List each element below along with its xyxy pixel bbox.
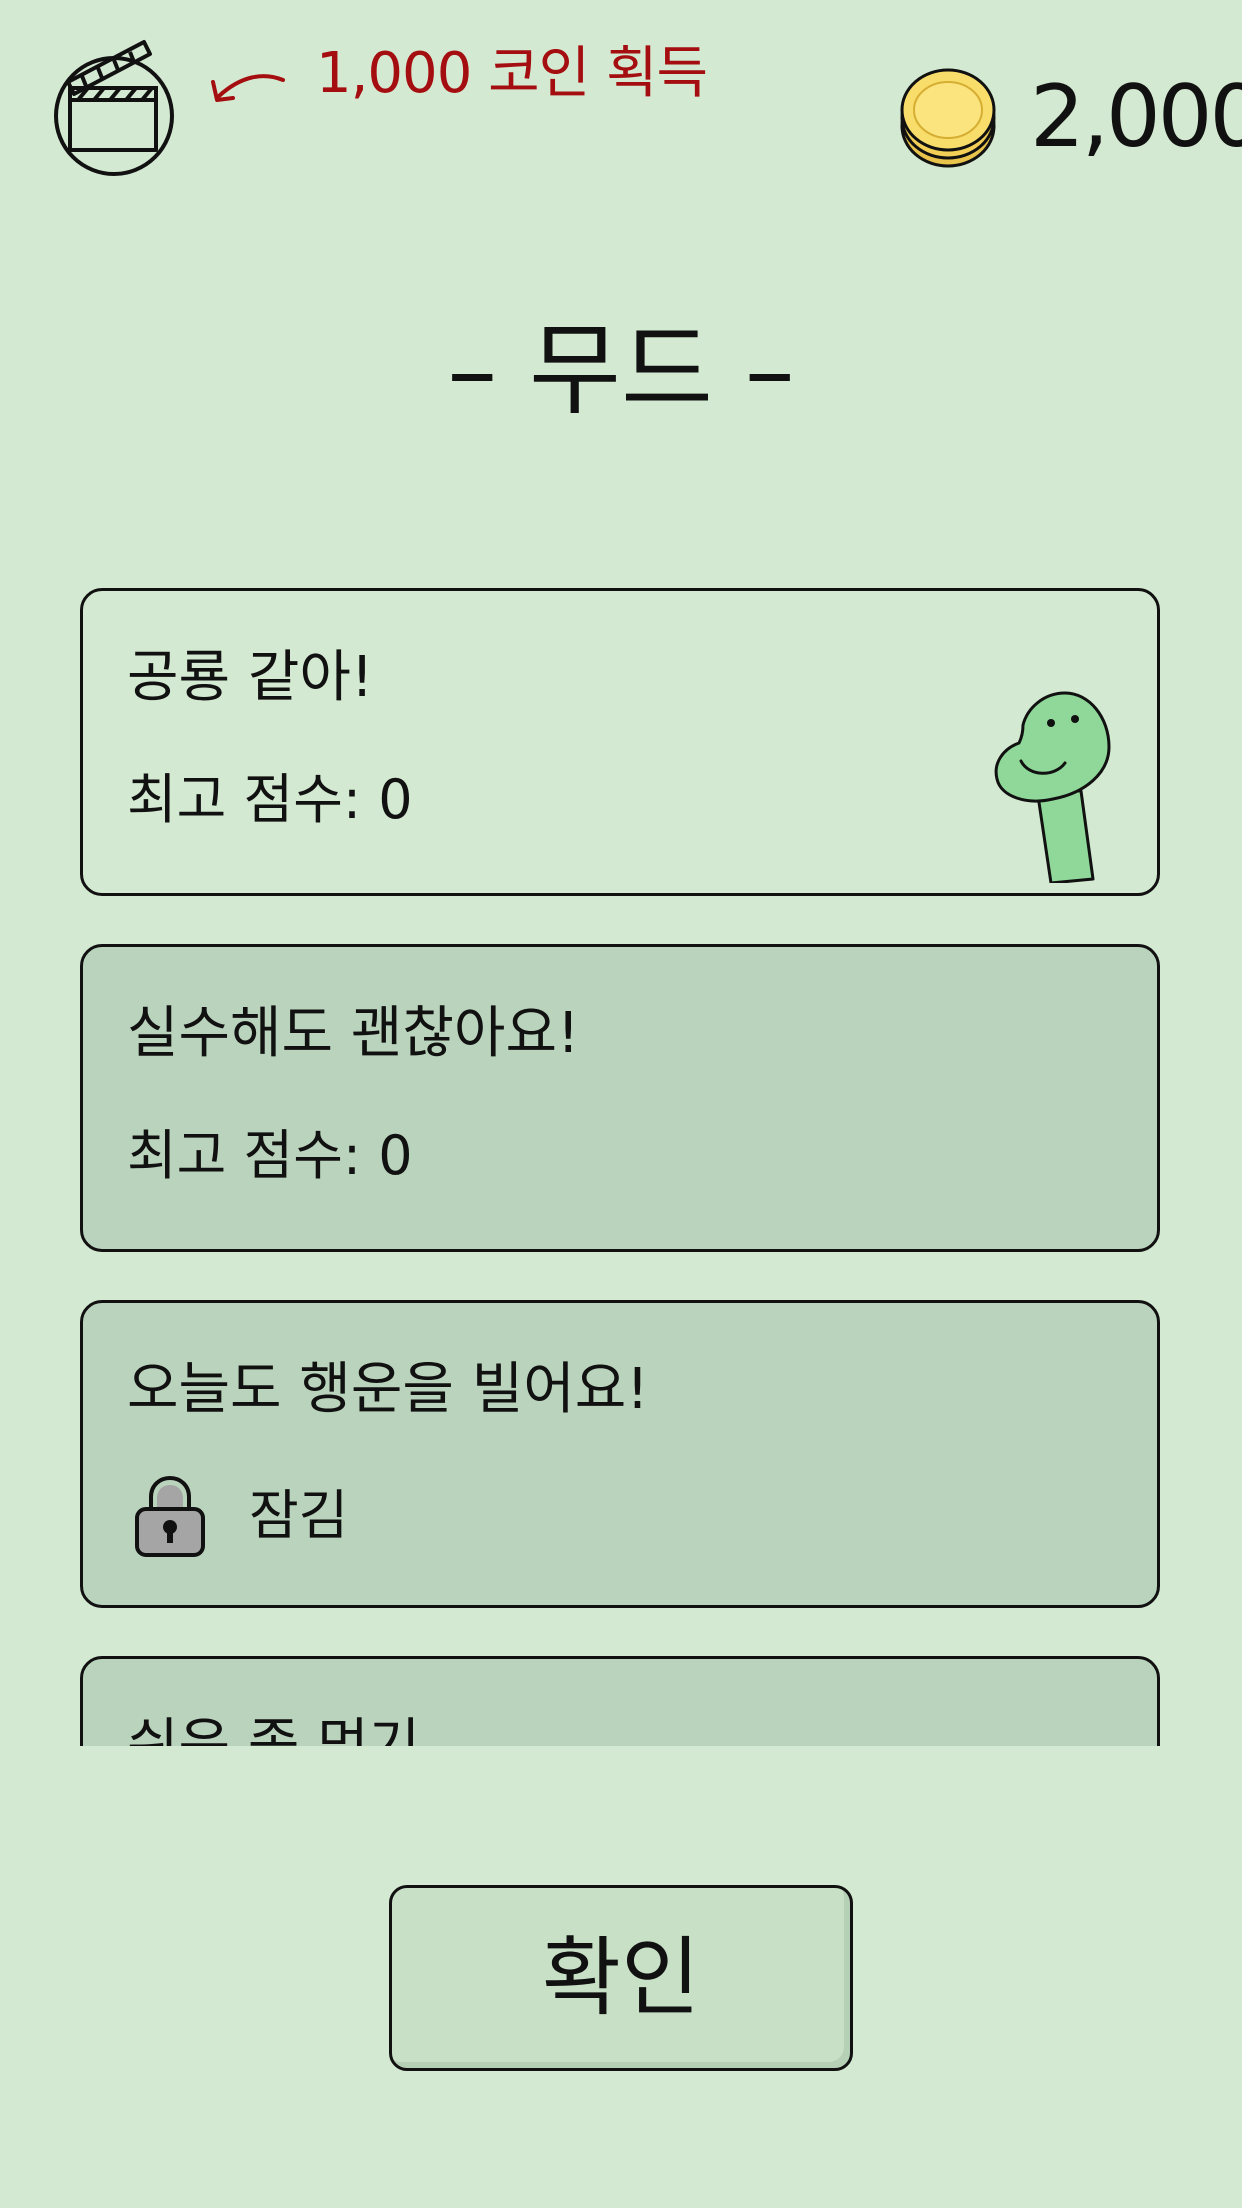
- mode-list[interactable]: 공룡 같아! 최고 점수: 0 실수해도 괜찮아요! 최고 점수: 0 오늘도 …: [0, 580, 1242, 1746]
- lock-icon: [135, 1475, 205, 1557]
- video-reward-text: 1,000 코인 획득: [316, 41, 708, 106]
- mode-card-dino[interactable]: 공룡 같아! 최고 점수: 0: [80, 588, 1160, 896]
- video-reward-button[interactable]: [52, 34, 178, 176]
- clapperboard-icon: [54, 40, 174, 176]
- arrow-left-icon: [211, 74, 285, 102]
- mode-title: 쉬운 좀 먹기: [127, 1713, 421, 1746]
- best-score: 최고 점수: 0: [127, 1124, 413, 1187]
- coin-icon: [900, 68, 996, 168]
- confirm-button[interactable]: 확인: [389, 1885, 853, 2071]
- best-score: 최고 점수: 0: [127, 768, 413, 831]
- mode-title: 오늘도 행운을 빌어요!: [127, 1357, 649, 1422]
- coin-count: 2,000: [1030, 67, 1242, 167]
- mode-card-mistake[interactable]: 실수해도 괜찮아요! 최고 점수: 0: [80, 944, 1160, 1252]
- page-title: – 무드 –: [447, 312, 795, 429]
- mode-card-partial[interactable]: 쉬운 좀 먹기: [80, 1656, 1160, 1746]
- mode-title: 실수해도 괜찮아요!: [127, 1001, 580, 1066]
- mode-title: 공룡 같아!: [127, 645, 374, 710]
- lock-label: 잠김: [249, 1484, 349, 1547]
- dino-icon: [994, 691, 1111, 883]
- mode-card-luck[interactable]: 오늘도 행운을 빌어요! 잠김: [80, 1300, 1160, 1608]
